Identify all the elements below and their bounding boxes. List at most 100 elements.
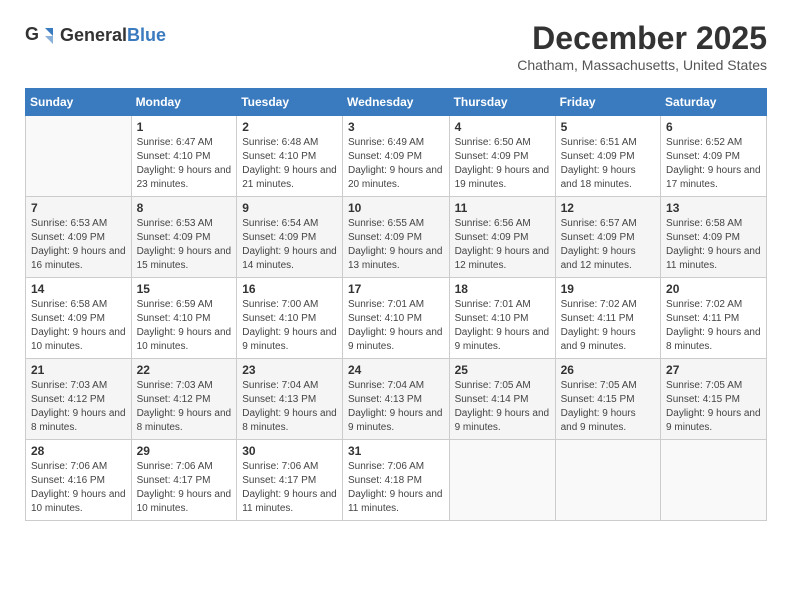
day-cell: 28 Sunrise: 7:06 AMSunset: 4:16 PMDayligh… <box>26 440 132 521</box>
col-header-saturday: Saturday <box>661 89 767 116</box>
day-cell: 30 Sunrise: 7:06 AMSunset: 4:17 PMDayligh… <box>237 440 343 521</box>
day-info: Sunrise: 7:06 AMSunset: 4:17 PMDaylight:… <box>242 460 337 516</box>
day-number: 20 <box>666 282 761 296</box>
day-cell: 12Sunrise: 6:57 AMSunset: 4:09 PMDayligh… <box>555 197 660 278</box>
day-number: 11 <box>455 201 550 215</box>
logo-icon: G <box>25 20 55 50</box>
day-cell <box>449 440 555 521</box>
day-info: Sunrise: 7:00 AMSunset: 4:10 PMDaylight:… <box>242 298 337 354</box>
day-cell: 14 Sunrise: 6:58 AMSunset: 4:09 PMDayligh… <box>26 278 132 359</box>
day-cell <box>555 440 660 521</box>
day-cell: 2 Sunrise: 6:48 AMSunset: 4:10 PMDaylight… <box>237 116 343 197</box>
day-number: 6 <box>666 120 761 134</box>
day-cell: 19 Sunrise: 7:02 AMSunset: 4:11 PMDayligh… <box>555 278 660 359</box>
day-cell: 18 Sunrise: 7:01 AMSunset: 4:10 PMDayligh… <box>449 278 555 359</box>
day-cell: 9 Sunrise: 6:54 AMSunset: 4:09 PMDaylight… <box>237 197 343 278</box>
location: Chatham, Massachusetts, United States <box>517 57 767 73</box>
week-row: 21 Sunrise: 7:03 AMSunset: 4:12 PMDayligh… <box>26 359 767 440</box>
col-header-monday: Monday <box>131 89 237 116</box>
day-info: Sunrise: 6:51 AMSunset: 4:09 PMDaylight:… <box>561 136 655 192</box>
title-area: December 2025 Chatham, Massachusetts, Un… <box>517 20 767 73</box>
day-info: Sunrise: 7:06 AMSunset: 4:16 PMDaylight:… <box>31 460 126 516</box>
day-info: Sunrise: 7:04 AMSunset: 4:13 PMDaylight:… <box>348 379 444 435</box>
col-header-friday: Friday <box>555 89 660 116</box>
day-number: 10 <box>348 201 444 215</box>
day-number: 28 <box>31 444 126 458</box>
day-cell: 6 Sunrise: 6:52 AMSunset: 4:09 PMDaylight… <box>661 116 767 197</box>
day-info: Sunrise: 7:06 AMSunset: 4:17 PMDaylight:… <box>137 460 232 516</box>
day-number: 24 <box>348 363 444 377</box>
day-cell: 16 Sunrise: 7:00 AMSunset: 4:10 PMDayligh… <box>237 278 343 359</box>
day-cell: 26Sunrise: 7:05 AMSunset: 4:15 PMDayligh… <box>555 359 660 440</box>
day-cell: 20 Sunrise: 7:02 AMSunset: 4:11 PMDayligh… <box>661 278 767 359</box>
day-cell: 11 Sunrise: 6:56 AMSunset: 4:09 PMDayligh… <box>449 197 555 278</box>
day-number: 18 <box>455 282 550 296</box>
day-info: Sunrise: 6:58 AMSunset: 4:09 PMDaylight:… <box>666 217 761 273</box>
day-number: 16 <box>242 282 337 296</box>
day-number: 5 <box>561 120 655 134</box>
day-info: Sunrise: 6:47 AMSunset: 4:10 PMDaylight:… <box>137 136 232 192</box>
day-cell <box>26 116 132 197</box>
day-number: 8 <box>137 201 232 215</box>
day-cell: 8 Sunrise: 6:53 AMSunset: 4:09 PMDaylight… <box>131 197 237 278</box>
week-row: 28 Sunrise: 7:06 AMSunset: 4:16 PMDayligh… <box>26 440 767 521</box>
day-cell: 13 Sunrise: 6:58 AMSunset: 4:09 PMDayligh… <box>661 197 767 278</box>
day-cell: 29 Sunrise: 7:06 AMSunset: 4:17 PMDayligh… <box>131 440 237 521</box>
logo-blue-text: Blue <box>127 26 166 44</box>
day-info: Sunrise: 6:56 AMSunset: 4:09 PMDaylight:… <box>455 217 550 273</box>
day-number: 9 <box>242 201 337 215</box>
day-info: Sunrise: 7:03 AMSunset: 4:12 PMDaylight:… <box>31 379 126 435</box>
day-cell: 4Sunrise: 6:50 AMSunset: 4:09 PMDaylight… <box>449 116 555 197</box>
day-number: 23 <box>242 363 337 377</box>
day-cell: 3Sunrise: 6:49 AMSunset: 4:09 PMDaylight… <box>342 116 449 197</box>
logo-general-text: General <box>60 26 127 44</box>
day-info: Sunrise: 6:55 AMSunset: 4:09 PMDaylight:… <box>348 217 444 273</box>
day-number: 13 <box>666 201 761 215</box>
day-info: Sunrise: 7:05 AMSunset: 4:15 PMDaylight:… <box>666 379 761 435</box>
day-info: Sunrise: 6:58 AMSunset: 4:09 PMDaylight:… <box>31 298 126 354</box>
day-number: 30 <box>242 444 337 458</box>
day-cell <box>661 440 767 521</box>
day-info: Sunrise: 6:53 AMSunset: 4:09 PMDaylight:… <box>137 217 232 273</box>
col-header-sunday: Sunday <box>26 89 132 116</box>
day-number: 15 <box>137 282 232 296</box>
day-info: Sunrise: 7:03 AMSunset: 4:12 PMDaylight:… <box>137 379 232 435</box>
day-info: Sunrise: 6:52 AMSunset: 4:09 PMDaylight:… <box>666 136 761 192</box>
week-row: 7 Sunrise: 6:53 AMSunset: 4:09 PMDaylight… <box>26 197 767 278</box>
day-info: Sunrise: 7:02 AMSunset: 4:11 PMDaylight:… <box>561 298 655 354</box>
day-cell: 7 Sunrise: 6:53 AMSunset: 4:09 PMDaylight… <box>26 197 132 278</box>
day-cell: 15Sunrise: 6:59 AMSunset: 4:10 PMDayligh… <box>131 278 237 359</box>
day-number: 17 <box>348 282 444 296</box>
col-header-tuesday: Tuesday <box>237 89 343 116</box>
day-cell: 25Sunrise: 7:05 AMSunset: 4:14 PMDayligh… <box>449 359 555 440</box>
day-info: Sunrise: 6:49 AMSunset: 4:09 PMDaylight:… <box>348 136 444 192</box>
header: G GeneralBlue December 2025 Chatham, Mas… <box>25 20 767 73</box>
day-number: 14 <box>31 282 126 296</box>
day-number: 1 <box>137 120 232 134</box>
day-info: Sunrise: 7:05 AMSunset: 4:14 PMDaylight:… <box>455 379 550 435</box>
col-header-thursday: Thursday <box>449 89 555 116</box>
day-info: Sunrise: 6:48 AMSunset: 4:10 PMDaylight:… <box>242 136 337 192</box>
week-row: 1 Sunrise: 6:47 AMSunset: 4:10 PMDaylight… <box>26 116 767 197</box>
day-info: Sunrise: 6:57 AMSunset: 4:09 PMDaylight:… <box>561 217 655 273</box>
day-cell: 17Sunrise: 7:01 AMSunset: 4:10 PMDayligh… <box>342 278 449 359</box>
day-number: 29 <box>137 444 232 458</box>
day-number: 19 <box>561 282 655 296</box>
day-info: Sunrise: 7:04 AMSunset: 4:13 PMDaylight:… <box>242 379 337 435</box>
day-info: Sunrise: 7:02 AMSunset: 4:11 PMDaylight:… <box>666 298 761 354</box>
day-cell: 10 Sunrise: 6:55 AMSunset: 4:09 PMDayligh… <box>342 197 449 278</box>
day-info: Sunrise: 6:53 AMSunset: 4:09 PMDaylight:… <box>31 217 126 273</box>
day-cell: 27 Sunrise: 7:05 AMSunset: 4:15 PMDayligh… <box>661 359 767 440</box>
day-number: 7 <box>31 201 126 215</box>
day-number: 27 <box>666 363 761 377</box>
day-info: Sunrise: 7:01 AMSunset: 4:10 PMDaylight:… <box>455 298 550 354</box>
day-number: 21 <box>31 363 126 377</box>
day-cell: 24 Sunrise: 7:04 AMSunset: 4:13 PMDayligh… <box>342 359 449 440</box>
day-cell: 21 Sunrise: 7:03 AMSunset: 4:12 PMDayligh… <box>26 359 132 440</box>
day-number: 22 <box>137 363 232 377</box>
day-cell: 5 Sunrise: 6:51 AMSunset: 4:09 PMDaylight… <box>555 116 660 197</box>
day-info: Sunrise: 6:50 AMSunset: 4:09 PMDaylight:… <box>455 136 550 192</box>
day-number: 2 <box>242 120 337 134</box>
day-cell: 23 Sunrise: 7:04 AMSunset: 4:13 PMDayligh… <box>237 359 343 440</box>
day-info: Sunrise: 6:54 AMSunset: 4:09 PMDaylight:… <box>242 217 337 273</box>
